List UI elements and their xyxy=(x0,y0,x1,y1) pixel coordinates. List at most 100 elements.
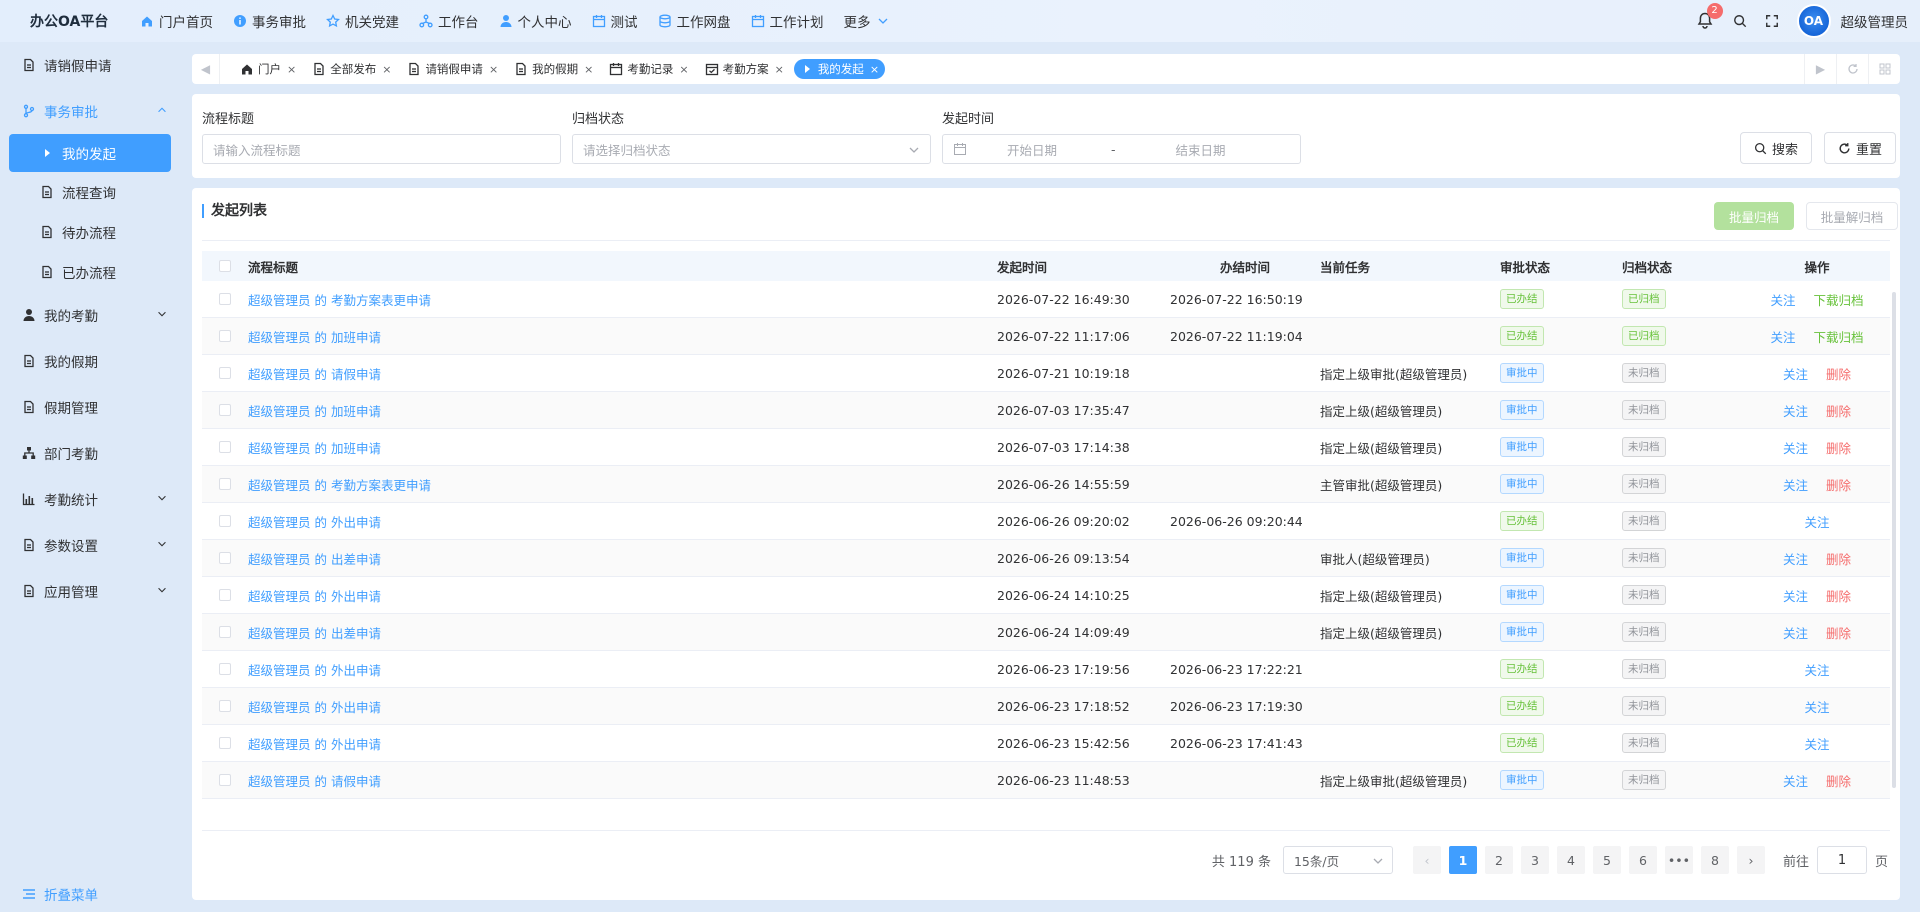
tab-4[interactable]: 考勤记录 × xyxy=(603,59,694,79)
refresh-icon[interactable] xyxy=(1836,54,1868,84)
follow-link[interactable]: 关注 xyxy=(1804,512,1829,531)
delete-link[interactable]: 删除 xyxy=(1826,549,1851,568)
follow-link[interactable]: 关注 xyxy=(1804,660,1829,679)
collapse-menu-button[interactable]: 折叠菜单 xyxy=(22,884,98,904)
row-checkbox[interactable] xyxy=(219,737,231,749)
delete-link[interactable]: 删除 xyxy=(1826,438,1851,457)
follow-link[interactable]: 关注 xyxy=(1783,364,1808,383)
sidebar-subitem-1[interactable]: 流程查询 xyxy=(0,172,180,212)
reset-button[interactable]: 重置 xyxy=(1824,132,1896,164)
close-icon[interactable]: × xyxy=(679,63,688,76)
search-button[interactable]: 搜索 xyxy=(1740,132,1812,164)
process-title-link[interactable]: 超级管理员 的 外出申请 xyxy=(248,737,381,752)
delete-link[interactable]: 删除 xyxy=(1826,586,1851,605)
delete-link[interactable]: 删除 xyxy=(1826,771,1851,790)
process-title-link[interactable]: 超级管理员 的 加班申请 xyxy=(248,330,381,345)
batch-archive-button[interactable]: 批量归档 xyxy=(1714,202,1794,230)
page-button[interactable]: 3 xyxy=(1520,846,1549,874)
column-header-approval-status[interactable]: 审批状态 xyxy=(1500,257,1622,276)
follow-link[interactable]: 关注 xyxy=(1783,438,1808,457)
follow-link[interactable]: 关注 xyxy=(1783,623,1808,642)
process-title-link[interactable]: 超级管理员 的 出差申请 xyxy=(248,626,381,641)
row-checkbox[interactable] xyxy=(219,774,231,786)
column-header-end-time[interactable]: 办结时间 xyxy=(1170,257,1320,276)
page-button[interactable]: 1 xyxy=(1448,846,1477,874)
sidebar-item-5[interactable]: 部门考勤 xyxy=(0,430,180,476)
username[interactable]: 超级管理员 xyxy=(1841,11,1909,31)
follow-link[interactable]: 关注 xyxy=(1783,475,1808,494)
grid-menu-icon[interactable] xyxy=(1868,54,1900,84)
process-title-link[interactable]: 超级管理员 的 外出申请 xyxy=(248,663,381,678)
sidebar-subitem-0[interactable]: 我的发起 xyxy=(9,134,171,172)
prev-page-button[interactable]: ‹ xyxy=(1412,846,1441,874)
top-nav-item-2[interactable]: 机关党建 xyxy=(316,11,409,31)
top-nav-item-5[interactable]: 测试 xyxy=(582,11,648,31)
tabs-scroll-left-button[interactable]: ◀ xyxy=(192,54,220,84)
goto-page-input[interactable]: 1 xyxy=(1816,846,1867,874)
tab-0[interactable]: 门户 × xyxy=(234,59,302,79)
row-checkbox[interactable] xyxy=(219,552,231,564)
sidebar-item-7[interactable]: 参数设置 xyxy=(0,522,180,568)
delete-link[interactable]: 删除 xyxy=(1826,623,1851,642)
page-button[interactable]: 4 xyxy=(1556,846,1585,874)
close-icon[interactable]: × xyxy=(382,63,391,76)
close-icon[interactable]: × xyxy=(584,63,593,76)
follow-link[interactable]: 关注 xyxy=(1804,697,1829,716)
top-nav-item-3[interactable]: 工作台 xyxy=(409,11,489,31)
sidebar-item-4[interactable]: 假期管理 xyxy=(0,384,180,430)
close-icon[interactable]: × xyxy=(775,63,784,76)
close-icon[interactable]: × xyxy=(489,63,498,76)
column-header-current-task[interactable]: 当前任务 xyxy=(1320,257,1500,276)
follow-link[interactable]: 关注 xyxy=(1783,771,1808,790)
row-checkbox[interactable] xyxy=(219,404,231,416)
row-checkbox[interactable] xyxy=(219,700,231,712)
next-page-button[interactable]: › xyxy=(1736,846,1765,874)
delete-link[interactable]: 删除 xyxy=(1826,364,1851,383)
sidebar-item-0[interactable]: 请销假申请 xyxy=(0,42,180,88)
archive-status-select[interactable]: 请选择归档状态 xyxy=(572,134,931,164)
row-checkbox[interactable] xyxy=(219,441,231,453)
sidebar-subitem-3[interactable]: 已办流程 xyxy=(0,252,180,292)
process-title-link[interactable]: 超级管理员 的 考勤方案表更申请 xyxy=(248,293,431,308)
date-range-picker[interactable]: 开始日期 - 结束日期 xyxy=(942,134,1301,164)
top-nav-item-7[interactable]: 工作计划 xyxy=(741,11,834,31)
page-button[interactable]: 6 xyxy=(1628,846,1657,874)
process-title-link[interactable]: 超级管理员 的 考勤方案表更申请 xyxy=(248,478,431,493)
tab-3[interactable]: 我的假期 × xyxy=(508,59,599,79)
tab-2[interactable]: 请销假申请 × xyxy=(401,59,504,79)
search-icon[interactable] xyxy=(1733,14,1747,28)
tab-6[interactable]: 我的发起 × xyxy=(793,59,886,79)
process-title-link[interactable]: 超级管理员 的 请假申请 xyxy=(248,367,381,382)
delete-link[interactable]: 删除 xyxy=(1826,401,1851,420)
close-icon[interactable]: × xyxy=(870,63,879,76)
follow-link[interactable]: 关注 xyxy=(1783,549,1808,568)
delete-link[interactable]: 删除 xyxy=(1826,475,1851,494)
column-header-archive-status[interactable]: 归档状态 xyxy=(1622,257,1744,276)
end-date-placeholder[interactable]: 结束日期 xyxy=(1176,140,1226,159)
table-scrollbar[interactable] xyxy=(1892,292,1896,788)
page-button[interactable]: 2 xyxy=(1484,846,1513,874)
sidebar-item-2[interactable]: 我的考勤 xyxy=(0,292,180,338)
download-archive-link[interactable]: 下载归档 xyxy=(1814,327,1864,346)
sidebar-item-3[interactable]: 我的假期 xyxy=(0,338,180,384)
tabs-scroll-right-button[interactable]: ▶ xyxy=(1804,54,1836,84)
follow-link[interactable]: 关注 xyxy=(1804,734,1829,753)
top-nav-item-4[interactable]: 个人中心 xyxy=(489,11,582,31)
title-filter-input[interactable]: 请输入流程标题 xyxy=(202,134,561,164)
process-title-link[interactable]: 超级管理员 的 外出申请 xyxy=(248,700,381,715)
top-nav-item-1[interactable]: 事务审批 xyxy=(223,11,316,31)
row-checkbox[interactable] xyxy=(219,478,231,490)
notification-bell[interactable]: 2 xyxy=(1697,3,1723,30)
row-checkbox[interactable] xyxy=(219,626,231,638)
tab-5[interactable]: 考勤方案 × xyxy=(699,59,790,79)
page-button[interactable]: 8 xyxy=(1700,846,1729,874)
sidebar-item-8[interactable]: 应用管理 xyxy=(0,568,180,614)
follow-link[interactable]: 关注 xyxy=(1783,401,1808,420)
sidebar-item-6[interactable]: 考勤统计 xyxy=(0,476,180,522)
process-title-link[interactable]: 超级管理员 的 外出申请 xyxy=(248,589,381,604)
avatar[interactable]: OA xyxy=(1796,4,1831,38)
row-checkbox[interactable] xyxy=(219,589,231,601)
tab-1[interactable]: 全部发布 × xyxy=(306,59,397,79)
top-nav-item-6[interactable]: 工作网盘 xyxy=(648,11,741,31)
more-pages-button[interactable]: ••• xyxy=(1664,846,1693,874)
